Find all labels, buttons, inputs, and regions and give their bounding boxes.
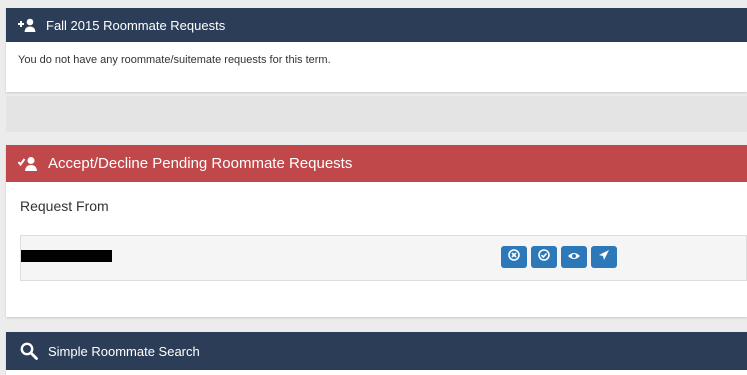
no-requests-message: You do not have any roommate/suitemate r…	[18, 54, 331, 66]
pending-requests-title: Accept/Decline Pending Roommate Requests	[48, 155, 353, 172]
accept-icon	[538, 248, 550, 266]
request-from-label: Request From	[20, 198, 109, 214]
request-actions	[501, 246, 617, 268]
decline-icon	[508, 248, 520, 266]
accept-request-button[interactable]	[531, 246, 557, 268]
roommate-search-header[interactable]: Simple Roommate Search	[6, 332, 747, 370]
roommate-requests-panel: Fall 2015 Roommate Requests You do not h…	[6, 8, 747, 92]
view-icon	[567, 248, 581, 266]
pending-requests-panel: Accept/Decline Pending Roommate Requests…	[6, 145, 747, 317]
search-icon	[20, 342, 38, 360]
send-icon	[598, 248, 610, 266]
accept-user-icon	[18, 156, 38, 171]
decline-request-button[interactable]	[501, 246, 527, 268]
view-request-button[interactable]	[561, 246, 587, 268]
redacted-requester-name	[21, 250, 112, 262]
request-row	[20, 235, 747, 281]
roommate-requests-title: Fall 2015 Roommate Requests	[46, 17, 226, 33]
send-request-button[interactable]	[591, 246, 617, 268]
roommate-requests-header: Fall 2015 Roommate Requests	[6, 8, 747, 42]
pending-requests-header: Accept/Decline Pending Roommate Requests	[6, 145, 747, 182]
add-user-icon	[18, 18, 36, 32]
section-spacer	[6, 96, 747, 132]
roommate-search-title: Simple Roommate Search	[48, 343, 200, 359]
roommate-search-panel: Simple Roommate Search	[6, 332, 747, 375]
